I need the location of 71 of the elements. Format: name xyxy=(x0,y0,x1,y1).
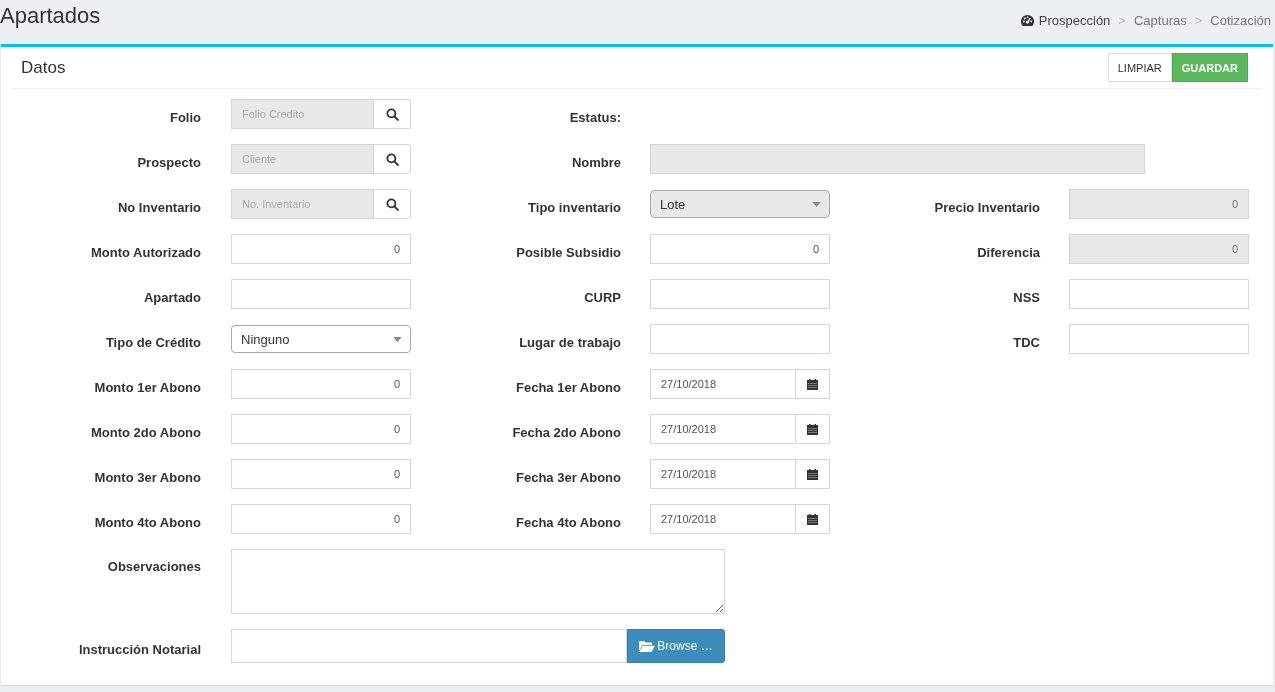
field-label: Diferencia xyxy=(976,244,1040,260)
calendar-button[interactable] xyxy=(796,459,830,489)
calendar-icon xyxy=(807,468,818,480)
field-label: Apartado xyxy=(142,289,201,305)
dashboard-icon xyxy=(1019,13,1035,27)
breadcrumb-link[interactable]: Capturas xyxy=(1133,12,1187,28)
field-label: Posible Subsidio xyxy=(515,244,621,260)
search-button[interactable] xyxy=(374,189,411,219)
input-field[interactable] xyxy=(231,279,411,309)
field-label: Precio Inventario xyxy=(933,199,1040,215)
file-field[interactable] xyxy=(231,629,627,663)
search-icon xyxy=(385,107,399,121)
field-label: TDC xyxy=(1012,334,1040,350)
input-field[interactable] xyxy=(1069,279,1249,309)
input-field[interactable]: 0 xyxy=(231,504,411,534)
calendar-icon xyxy=(807,378,818,390)
folder-icon xyxy=(639,640,656,652)
input-field[interactable]: 0 xyxy=(231,459,411,489)
field-label: Monto Autorizado xyxy=(90,244,201,260)
breadcrumb-link[interactable]: Cotización xyxy=(1210,12,1271,28)
field-label: Nombre xyxy=(570,154,621,170)
search-icon xyxy=(385,152,399,166)
input-field[interactable]: 0 xyxy=(231,369,411,399)
field-label: Fecha 1er Abono xyxy=(515,379,621,395)
field-label: Fecha 4to Abono xyxy=(515,514,621,530)
field-label: Monto 2do Abono xyxy=(90,424,201,440)
search-button[interactable] xyxy=(374,99,411,129)
field-label: Monto 1er Abono xyxy=(93,379,201,395)
caret-icon xyxy=(393,336,402,342)
input-field[interactable] xyxy=(1069,324,1249,354)
input-field[interactable] xyxy=(650,279,830,309)
field-label: Lugar de trabajo xyxy=(518,334,621,350)
field-label: Fecha 3er Abono xyxy=(515,469,621,485)
breadcrumb-separator: > xyxy=(1193,12,1204,28)
field-label: Tipo de Crédito xyxy=(104,334,201,350)
panel-title: Datos xyxy=(21,57,66,78)
breadcrumb-separator: > xyxy=(1117,12,1127,28)
calendar-button[interactable] xyxy=(796,414,830,444)
field-label: Monto 3er Abono xyxy=(93,469,201,485)
input-field[interactable]: 0 xyxy=(231,414,411,444)
field-label: Prospecto xyxy=(136,154,201,170)
date-field[interactable]: 27/10/2018 xyxy=(650,414,796,444)
select-field[interactable]: Ninguno xyxy=(231,325,411,353)
text-area[interactable] xyxy=(231,549,725,614)
field-label: Instrucción Notarial xyxy=(77,641,201,657)
input-field[interactable] xyxy=(650,324,830,354)
date-field[interactable]: 27/10/2018 xyxy=(650,459,796,489)
date-field[interactable]: 27/10/2018 xyxy=(650,369,796,399)
calendar-button[interactable] xyxy=(796,369,830,399)
breadcrumb-link[interactable]: Prospección xyxy=(1038,12,1111,28)
calendar-button[interactable] xyxy=(796,504,830,534)
calendar-icon xyxy=(807,513,818,525)
caret-icon xyxy=(812,201,821,207)
calendar-icon xyxy=(807,423,818,435)
field-label: Tipo inventario xyxy=(527,199,621,215)
field-label: Fecha 2do Abono xyxy=(511,424,621,440)
field-label: Estatus: xyxy=(568,109,621,125)
input-field[interactable]: 0 xyxy=(231,234,411,264)
field-label: No Inventario xyxy=(116,199,201,215)
search-icon xyxy=(385,197,399,211)
field-label: Folio xyxy=(168,109,201,125)
field-label: Observaciones xyxy=(106,559,201,574)
page-title: Apartados xyxy=(0,3,101,29)
field-label: NSS xyxy=(1012,289,1040,305)
field-label: Monto 4to Abono xyxy=(93,514,201,530)
field-label: CURP xyxy=(583,289,621,305)
clear-button[interactable]: LIMPIAR xyxy=(1107,53,1172,82)
browse-button[interactable]: Browse … xyxy=(627,629,725,663)
search-button[interactable] xyxy=(374,144,411,174)
date-field[interactable]: 27/10/2018 xyxy=(650,504,796,534)
input-field[interactable]: 0 xyxy=(650,234,830,264)
